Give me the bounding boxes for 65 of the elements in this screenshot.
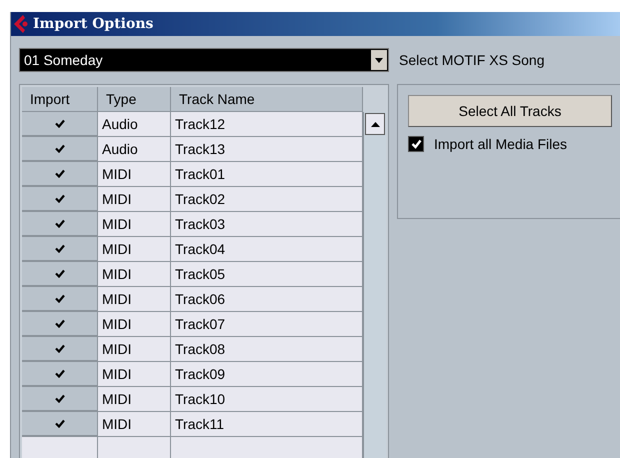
- table-cell: Track08: [171, 337, 364, 362]
- window-title: Import Options: [33, 16, 154, 32]
- table-cell: Track06: [171, 287, 364, 312]
- import-checkbox[interactable]: [22, 312, 98, 337]
- import-checkbox[interactable]: [22, 187, 98, 212]
- import-checkbox[interactable]: [22, 162, 98, 187]
- table-cell: Track09: [171, 362, 364, 387]
- check-icon: [54, 394, 64, 403]
- table-cell: Track12: [171, 112, 364, 137]
- table-cell: Track07: [171, 312, 364, 337]
- logo-icon: [13, 15, 29, 33]
- check-icon: [54, 144, 64, 153]
- scroll-up-icon[interactable]: [365, 113, 385, 135]
- import-checkbox[interactable]: [22, 412, 98, 437]
- select-all-button[interactable]: Select All Tracks: [408, 95, 612, 127]
- check-icon: [54, 194, 64, 203]
- table-cell: Track13: [171, 137, 364, 162]
- table-cell: MIDI: [98, 237, 171, 262]
- import-checkbox[interactable]: [22, 137, 98, 162]
- import-checkbox[interactable]: [22, 112, 98, 137]
- check-icon: [410, 139, 422, 149]
- table-cell: Track05: [171, 262, 364, 287]
- import-checkbox[interactable]: [22, 237, 98, 262]
- table-cell: Track02: [171, 187, 364, 212]
- check-icon: [54, 269, 64, 278]
- table-cell: Audio: [98, 112, 171, 137]
- import-checkbox[interactable]: [22, 262, 98, 287]
- table-cell: Track03: [171, 212, 364, 237]
- checkbox[interactable]: [408, 136, 424, 152]
- table-cell: MIDI: [98, 162, 171, 187]
- check-icon: [54, 369, 64, 378]
- check-icon: [54, 294, 64, 303]
- table-cell: Track04: [171, 237, 364, 262]
- table-cell: MIDI: [98, 262, 171, 287]
- import-checkbox[interactable]: [22, 337, 98, 362]
- table-cell: MIDI: [98, 212, 171, 237]
- import-checkbox[interactable]: [22, 212, 98, 237]
- table-cell: MIDI: [98, 337, 171, 362]
- table-cell: MIDI: [98, 312, 171, 337]
- check-icon: [54, 319, 64, 328]
- check-icon: [54, 344, 64, 353]
- import-checkbox[interactable]: [22, 287, 98, 312]
- check-icon: [54, 244, 64, 253]
- table-cell: Audio: [98, 137, 171, 162]
- column-header: Track Name: [171, 87, 364, 112]
- table-cell: Track01: [171, 162, 364, 187]
- check-icon: [54, 119, 64, 128]
- column-header: Import: [22, 87, 98, 112]
- table-cell: MIDI: [98, 187, 171, 212]
- scrollbar[interactable]: [363, 112, 386, 458]
- song-select-label: Select MOTIF XS Song: [399, 52, 544, 68]
- import-checkbox[interactable]: [22, 362, 98, 387]
- song-dropdown[interactable]: 01 Someday: [19, 48, 389, 72]
- table-cell: MIDI: [98, 387, 171, 412]
- table-cell: Track11: [171, 412, 364, 437]
- checkbox-label: Import all Media Files: [434, 136, 568, 152]
- check-icon: [54, 169, 64, 178]
- check-icon: [54, 419, 64, 428]
- check-icon: [54, 219, 64, 228]
- table-cell: MIDI: [98, 412, 171, 437]
- table-cell: Track10: [171, 387, 364, 412]
- table-cell: MIDI: [98, 362, 171, 387]
- table-cell: MIDI: [98, 287, 171, 312]
- import-checkbox[interactable]: [22, 387, 98, 412]
- column-header: Type: [98, 87, 171, 112]
